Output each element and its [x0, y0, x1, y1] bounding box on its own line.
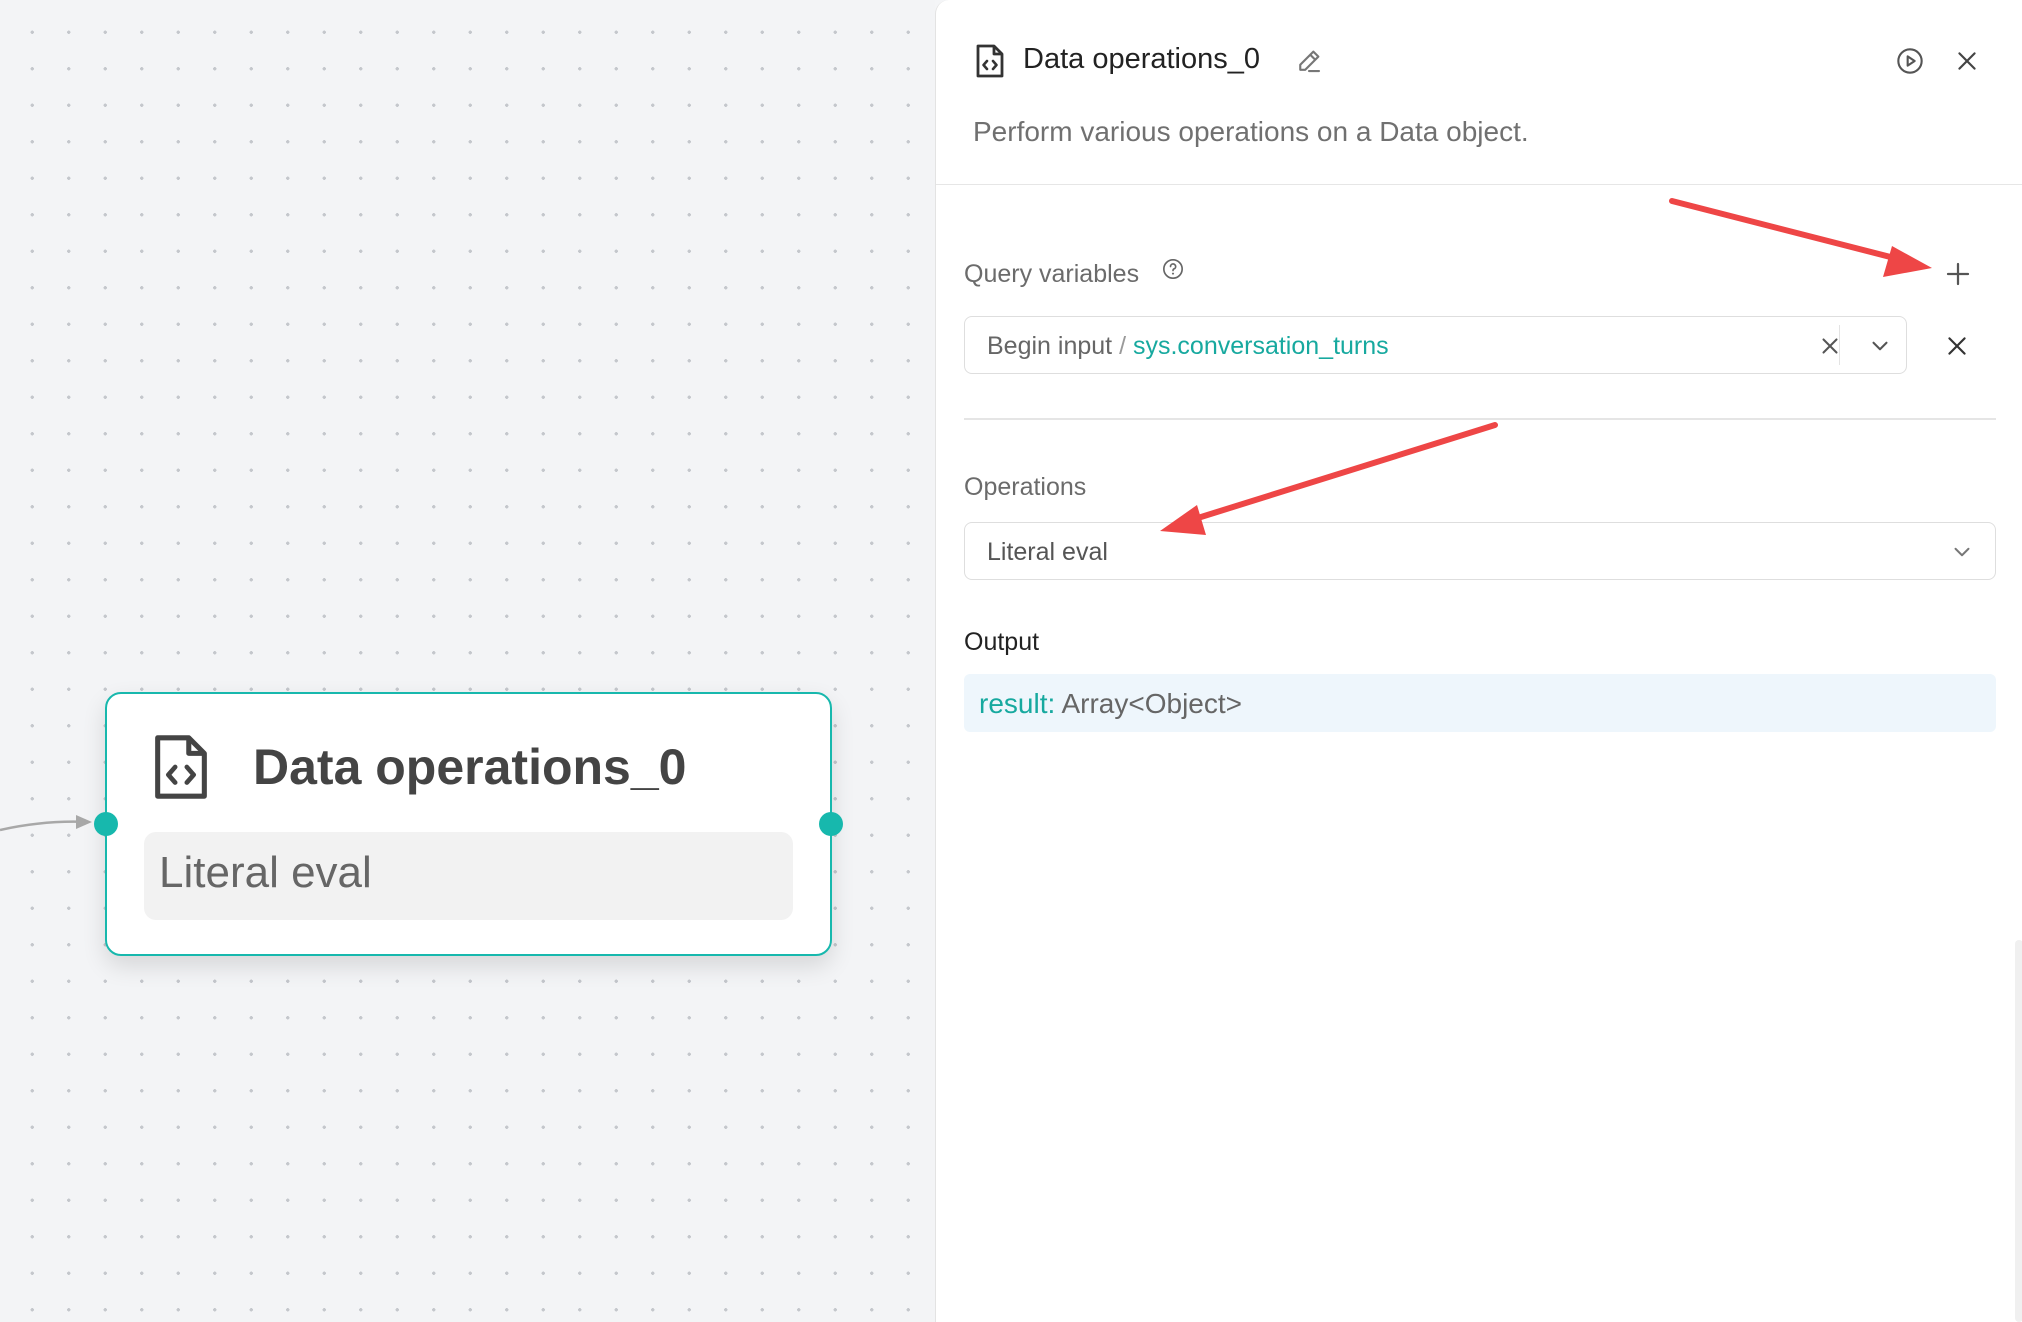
node-title: Data operations_0: [253, 739, 687, 795]
node-output-handle[interactable]: [819, 812, 843, 836]
select-divider: [1839, 325, 1840, 365]
operations-selected-value: Literal eval: [987, 538, 1108, 566]
operations-label: Operations: [964, 473, 1087, 501]
panel-description: Perform various operations on a Data obj…: [973, 116, 1529, 147]
operations-select[interactable]: Literal eval: [964, 522, 1996, 580]
panel-title[interactable]: Data operations_0: [1023, 43, 1260, 76]
data-operations-node[interactable]: Data operations_0 Literal eval: [94, 692, 843, 956]
pencil-icon[interactable]: [1294, 46, 1324, 76]
add-variable-button[interactable]: [1943, 259, 1973, 289]
variable-separator: /: [1119, 332, 1127, 360]
remove-variable-button[interactable]: [1944, 333, 1970, 359]
chevron-down-icon[interactable]: [1867, 333, 1893, 359]
chevron-down-icon: [1954, 547, 1970, 557]
variable-name: sys.conversation_turns: [1132, 332, 1389, 360]
panel-header: Data operations_0 Perform various operat…: [936, 0, 2022, 185]
scrollbar[interactable]: [2015, 940, 2022, 1322]
output-label: Output: [964, 628, 1040, 656]
file-code-icon: [155, 735, 207, 799]
section-divider: [964, 418, 1996, 420]
query-variable-select[interactable]: Begin input / sys.conversation_turns: [964, 316, 1907, 374]
play-circle-icon[interactable]: [1896, 47, 1924, 75]
incoming-edge: [0, 815, 92, 832]
variable-source: Begin input: [987, 332, 1113, 360]
close-icon[interactable]: [1954, 48, 1980, 74]
output-text: result: Array<Object>: [979, 688, 1242, 720]
workflow-canvas[interactable]: Data operations_0 Literal eval: [0, 0, 935, 1322]
query-variables-label: Query variables: [964, 260, 1140, 288]
help-circle-icon[interactable]: [1162, 258, 1184, 280]
node-settings-panel: Data operations_0 Perform various operat…: [935, 0, 2022, 1322]
node-operation-label: Literal eval: [144, 832, 793, 920]
output-item: result: Array<Object>: [964, 674, 1996, 732]
output-key: result:: [979, 688, 1056, 719]
node-input-handle[interactable]: [94, 812, 118, 836]
query-variable-value: Begin input / sys.conversation_turns: [987, 332, 1389, 361]
output-type: Array<Object>: [1061, 688, 1243, 719]
file-code-icon: [976, 44, 1004, 78]
